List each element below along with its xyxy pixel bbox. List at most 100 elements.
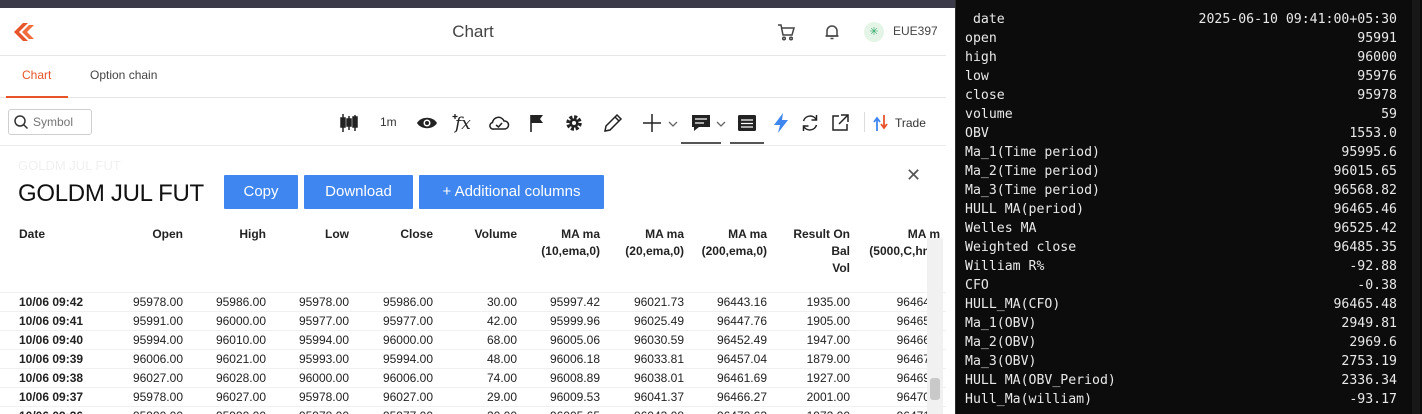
- col-header-date[interactable]: Date: [0, 226, 100, 292]
- terminal-value: 2969.6: [1349, 335, 1397, 350]
- terminal-key: volume: [965, 107, 1013, 122]
- terminal-key: Ma_1(Time period): [965, 145, 1100, 160]
- col-header-open[interactable]: Open: [100, 226, 189, 292]
- table-cell: 96028.00: [189, 367, 272, 387]
- terminal-key: high: [965, 50, 997, 65]
- terminal-value: 2753.19: [1341, 354, 1397, 369]
- copy-button[interactable]: Copy: [224, 175, 298, 209]
- col-header-obv[interactable]: Result On Bal Vol: [773, 226, 856, 292]
- table-row[interactable]: 10/06 09:41 95991.00 96000.00 95977.00 95977…: [0, 310, 946, 330]
- col-header-ma-20[interactable]: MA ma (20,ema,0): [606, 226, 690, 292]
- download-button[interactable]: Download: [304, 175, 413, 209]
- app-header: Chart ✳ EUE397: [0, 8, 946, 56]
- close-icon[interactable]: ✕: [906, 165, 921, 186]
- avatar[interactable]: ✳: [864, 22, 884, 42]
- table-cell: 95978.00: [100, 386, 189, 406]
- col-header-volume[interactable]: Volume: [439, 226, 523, 292]
- col-header-ma-200[interactable]: MA ma (200,ema,0): [690, 226, 773, 292]
- table-row[interactable]: 10/06 09:40 95994.00 96010.00 95994.00 96000…: [0, 329, 946, 349]
- terminal-value: 95995.6: [1341, 145, 1397, 160]
- terminal-line: Ma_1(Time period) 95995.6: [965, 145, 1397, 164]
- table-cell: 96457.04: [690, 348, 773, 368]
- data-window-icon[interactable]: [736, 112, 758, 134]
- trade-arrows-icon[interactable]: [872, 112, 890, 134]
- table-cell-date: 10/06 09:42: [0, 291, 100, 311]
- scrollbar-thumb[interactable]: [930, 378, 940, 400]
- table-cell: 96000.00: [189, 310, 272, 330]
- table-cell: 1935.00: [773, 291, 856, 311]
- cart-icon[interactable]: [776, 22, 796, 42]
- chart-app: Chart ✳ EUE397 Chart Option chain 1m: [0, 8, 946, 414]
- chevron-down-icon-2[interactable]: [714, 112, 728, 134]
- terminal-value: 95991: [1357, 31, 1397, 46]
- table-cell: 96005.65: [523, 405, 606, 414]
- terminal-line: HULL_MA(CFO) 96465.48: [965, 297, 1397, 316]
- table-cell-date: 10/06 09:37: [0, 386, 100, 406]
- terminal-value: -92.88: [1349, 259, 1397, 274]
- terminal-line: date 2025-06-10 09:41:00+05:30: [965, 12, 1397, 31]
- table-cell: 1905.00: [773, 310, 856, 330]
- terminal-value: 96485.35: [1333, 240, 1397, 255]
- terminal-value: 96465.48: [1333, 297, 1397, 312]
- terminal-line: Ma_2(OBV) 2969.6: [965, 335, 1397, 354]
- terminal-scrollbar[interactable]: [1412, 0, 1420, 414]
- col-header-ma-10[interactable]: MA ma (10,ema,0): [523, 226, 606, 292]
- crosshair-icon[interactable]: [641, 112, 663, 134]
- table-header-row: Date Open High Low Close Volume MA ma (1…: [0, 226, 946, 292]
- tab-option-chain[interactable]: Option chain: [90, 68, 157, 82]
- lightning-icon[interactable]: [770, 112, 792, 134]
- comment-icon[interactable]: [690, 112, 712, 134]
- table-cell: 1879.00: [773, 348, 856, 368]
- pencil-draw-icon[interactable]: [602, 112, 624, 134]
- table-cell: 96452.49: [690, 329, 773, 349]
- terminal-key: Weighted close: [965, 240, 1077, 255]
- refresh-icon[interactable]: [799, 112, 821, 134]
- terminal-key: Welles MA: [965, 221, 1037, 236]
- table-row[interactable]: 10/06 09:3695990.0095990.0095978.0095977…: [0, 405, 946, 414]
- symbol-title: GOLDM JUL FUT: [18, 180, 204, 207]
- candlestick-icon[interactable]: [338, 112, 360, 134]
- table-cell: 96038.01: [606, 367, 690, 387]
- table-row[interactable]: 10/06 09:39 96006.00 96021.00 95993.00 95994…: [0, 348, 946, 368]
- col-header-close[interactable]: Close: [355, 226, 439, 292]
- trade-button[interactable]: Trade: [895, 116, 926, 130]
- table-cell: 96000.00: [355, 329, 439, 349]
- terminal-key: low: [965, 69, 989, 84]
- terminal-key: close: [965, 88, 1005, 103]
- indicators-fx-icon[interactable]: fx: [452, 112, 474, 134]
- table-cell: 96027.00: [355, 386, 439, 406]
- table-row[interactable]: 10/06 09:37 95978.00 96027.00 95978.00 96027…: [0, 386, 946, 406]
- terminal-key: Ma_3(OBV): [965, 354, 1037, 369]
- bell-icon[interactable]: [822, 22, 842, 42]
- table-row[interactable]: 10/06 09:38 96027.00 96028.00 96000.00 96006…: [0, 367, 946, 387]
- user-id[interactable]: EUE397: [893, 24, 938, 38]
- terminal-line: Ma_1(OBV) 2949.81: [965, 316, 1397, 335]
- col-header-high[interactable]: High: [189, 226, 272, 292]
- chevron-down-icon[interactable]: [666, 112, 680, 134]
- terminal-line: HULL MA(OBV_Period) 2336.34: [965, 373, 1397, 392]
- table-cell: 95991.00: [100, 310, 189, 330]
- terminal-value: 96465.46: [1333, 202, 1397, 217]
- data-table: Date Open High Low Close Volume MA ma (1…: [0, 226, 946, 414]
- popout-icon[interactable]: [829, 112, 851, 134]
- eye-icon[interactable]: [416, 112, 438, 134]
- terminal-key: OBV: [965, 126, 989, 141]
- table-row[interactable]: 10/06 09:42 95978.00 95986.00 95978.00 95986…: [0, 291, 946, 311]
- col-header-low[interactable]: Low: [272, 226, 355, 292]
- terminal-line: William R% -92.88: [965, 259, 1397, 278]
- flag-icon[interactable]: [526, 112, 548, 134]
- terminal-line: HULL MA(period) 96465.46: [965, 202, 1397, 221]
- terminal-line: Hull_Ma(william) -93.17: [965, 392, 1397, 411]
- table-cell: 95999.96: [523, 310, 606, 330]
- table-cell: 30.00: [439, 291, 523, 311]
- cloud-save-icon[interactable]: [488, 112, 510, 134]
- table-scrollbar[interactable]: [927, 238, 943, 414]
- tab-chart[interactable]: Chart: [22, 68, 51, 82]
- table-cell: 1972.00: [773, 405, 856, 414]
- symbol-search-input[interactable]: [33, 114, 89, 130]
- terminal-value: 96000: [1357, 50, 1397, 65]
- interval-selector[interactable]: 1m: [380, 115, 397, 129]
- gear-icon[interactable]: [563, 112, 585, 134]
- window-top-strip: [0, 0, 955, 8]
- additional-columns-button[interactable]: + Additional columns: [419, 175, 604, 209]
